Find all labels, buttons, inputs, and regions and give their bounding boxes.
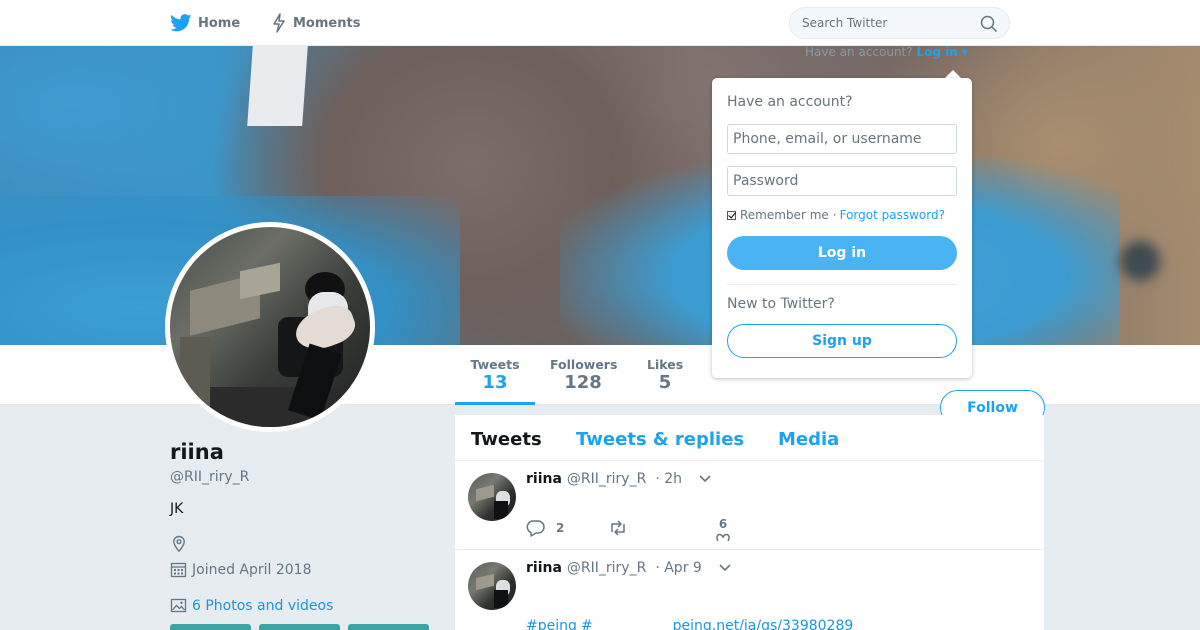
profile-handle[interactable]: @RII_riry_R	[170, 469, 249, 485]
tweet-url-link[interactable]: peing.net/ja/qs/33980289	[673, 618, 854, 630]
retweet-icon	[611, 520, 625, 536]
tab-tweets[interactable]: Tweets	[471, 429, 542, 450]
like-button[interactable]: 6	[715, 517, 731, 541]
nav-home-label: Home	[198, 15, 241, 31]
timeline: Tweets Tweets & replies Media riina @RII…	[455, 415, 1044, 630]
stat-tweets[interactable]: Tweets 13	[470, 357, 520, 394]
lightning-icon	[273, 13, 285, 33]
dropdown-title: Have an account?	[727, 94, 853, 110]
tweet-timestamp[interactable]: · Apr 9	[655, 560, 701, 576]
timeline-tabs: Tweets Tweets & replies Media	[455, 415, 1044, 461]
photos-videos-link[interactable]: 6 Photos and videos	[170, 597, 333, 614]
tab-media[interactable]: Media	[778, 429, 839, 450]
tweet[interactable]: riina @RII_riry_R · 2h 2 6	[455, 461, 1044, 550]
twitter-bird-icon	[170, 14, 192, 32]
remember-me-label[interactable]: Remember me	[740, 208, 829, 222]
tweet-header: riina @RII_riry_R · 2h	[526, 471, 712, 487]
have-account-login[interactable]: Have an account? Log in ▾	[805, 45, 968, 59]
heart-icon	[716, 533, 730, 541]
remember-me-checkbox[interactable]	[727, 210, 736, 220]
tweet-avatar[interactable]	[468, 562, 516, 610]
location-icon	[170, 535, 188, 557]
hashtag-link[interactable]: #	[581, 618, 593, 630]
password-placeholder: Password	[733, 173, 799, 189]
media-thumbnail[interactable]	[170, 624, 251, 630]
search-icon[interactable]	[980, 15, 998, 33]
tweet-header: riina @RII_riry_R · Apr 9	[526, 560, 732, 576]
signup-button[interactable]: Sign up	[727, 324, 957, 358]
login-dropdown: Have an account? Phone, email, or userna…	[712, 78, 972, 378]
profile-joined: Joined April 2018	[170, 561, 312, 578]
retweet-button[interactable]	[608, 519, 628, 537]
image-icon	[170, 598, 187, 613]
password-field[interactable]: Password	[727, 166, 957, 196]
tweet-author-handle[interactable]: @RII_riry_R	[567, 560, 646, 576]
tweet-avatar[interactable]	[468, 473, 516, 521]
nav-home[interactable]: Home	[170, 12, 240, 34]
nav-moments-label: Moments	[293, 15, 361, 31]
hashtag-link[interactable]: #peing	[526, 618, 577, 630]
reply-icon	[526, 520, 545, 537]
login-caret-icon: ▾	[961, 45, 968, 59]
profile-bio: JK	[170, 501, 184, 517]
chevron-down-icon[interactable]	[718, 563, 732, 573]
remember-row: Remember me · Forgot password?	[727, 208, 945, 222]
photos-videos-label: 6 Photos and videos	[192, 597, 334, 614]
search-input[interactable]: Search Twitter	[789, 7, 1010, 39]
tweet-text: #peing # peing.net/ja/qs/33980289	[526, 618, 857, 630]
separator-dot: ·	[832, 208, 837, 222]
calendar-icon	[170, 562, 187, 578]
forgot-password-link[interactable]: Forgot password?	[840, 208, 945, 222]
tweet-author-name[interactable]: riina	[526, 471, 562, 487]
stat-likes-value: 5	[658, 372, 672, 393]
media-thumbnail[interactable]	[259, 624, 340, 630]
reply-count: 2	[556, 521, 565, 535]
top-nav: Home Moments Search Twitter	[0, 0, 1200, 46]
tweet-author-handle[interactable]: @RII_riry_R	[567, 471, 646, 487]
stat-followers-value: 128	[564, 372, 602, 393]
dropdown-divider	[727, 284, 957, 285]
stat-followers[interactable]: Followers 128	[550, 357, 618, 394]
stat-likes[interactable]: Likes 5	[647, 357, 683, 394]
stat-tweets-label: Tweets	[470, 357, 520, 372]
chevron-down-icon[interactable]	[698, 474, 712, 484]
username-placeholder: Phone, email, or username	[733, 131, 922, 147]
login-link[interactable]: Log in	[916, 45, 957, 59]
username-field[interactable]: Phone, email, or username	[727, 124, 957, 154]
tab-tweets-replies[interactable]: Tweets & replies	[576, 429, 744, 450]
profile-name[interactable]: riina	[170, 440, 224, 464]
tweet-timestamp[interactable]: · 2h	[655, 471, 682, 487]
search-placeholder: Search Twitter	[802, 16, 888, 30]
active-stat-underline	[455, 402, 535, 405]
joined-text: Joined April 2018	[192, 561, 312, 578]
like-count: 6	[718, 517, 728, 531]
media-thumbnail[interactable]	[348, 624, 429, 630]
stat-tweets-value: 13	[482, 372, 508, 393]
stat-likes-label: Likes	[647, 357, 684, 372]
reply-button[interactable]: 2	[526, 519, 564, 537]
have-account-text: Have an account?	[805, 45, 913, 59]
tweet[interactable]: riina @RII_riry_R · Apr 9 #peing # peing.n…	[455, 550, 1044, 630]
tweet-author-name[interactable]: riina	[526, 560, 562, 576]
stat-followers-label: Followers	[550, 357, 618, 372]
nav-moments[interactable]: Moments	[271, 12, 360, 34]
dropdown-caret	[945, 70, 961, 78]
new-to-twitter-text: New to Twitter?	[727, 296, 835, 312]
login-button[interactable]: Log in	[727, 236, 957, 270]
profile-avatar[interactable]	[165, 222, 375, 432]
